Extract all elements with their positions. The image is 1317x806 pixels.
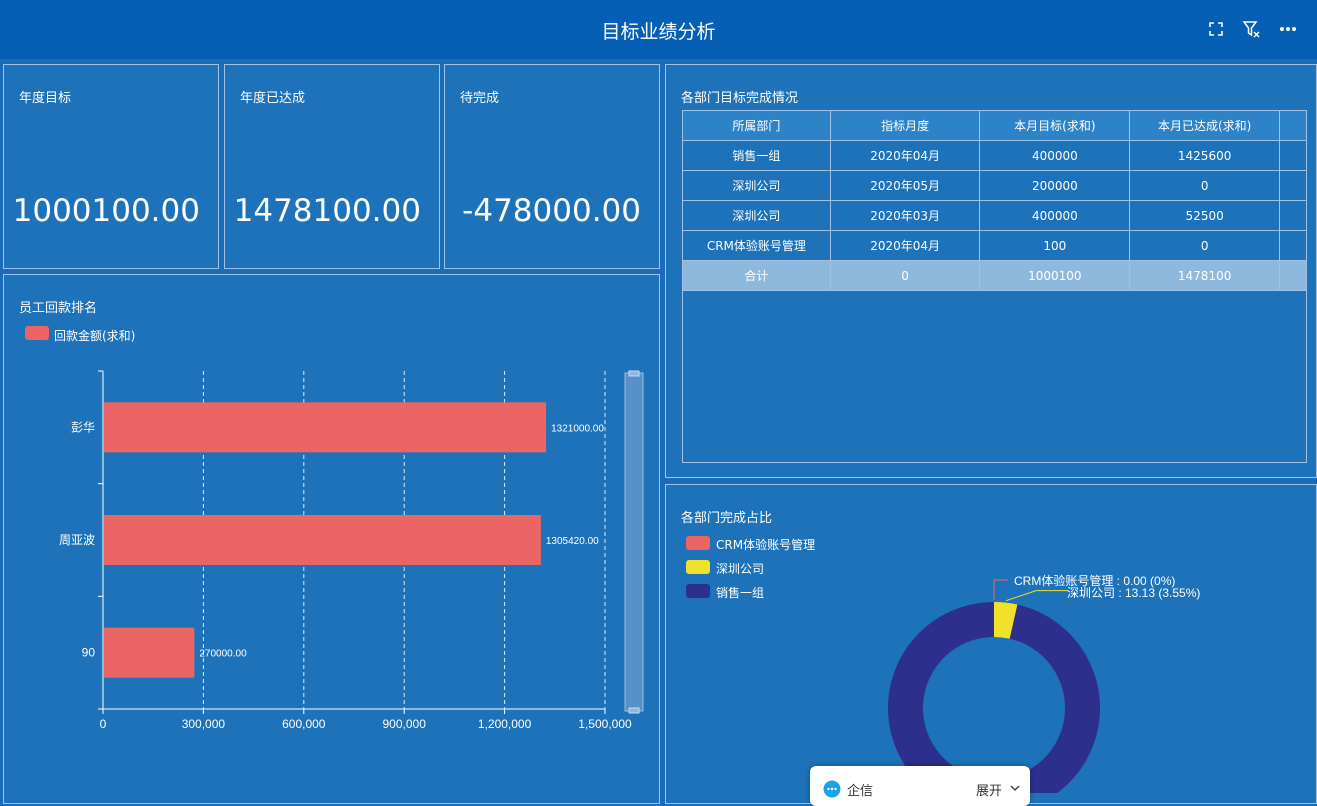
x-tick-label: 900,000 [383, 717, 427, 731]
x-tick-label: 0 [100, 717, 107, 731]
bar [104, 515, 541, 565]
page-title: 目标业绩分析 [0, 17, 1317, 44]
kpi-value: 1000100.00 [13, 193, 200, 229]
table-cell: 0 [1130, 171, 1280, 201]
x-tick-label: 1,500,000 [578, 717, 632, 731]
x-tick-label: 1,200,000 [478, 717, 532, 731]
table-cell: 52500 [1130, 201, 1280, 231]
chat-icon [823, 780, 841, 798]
table-cell-spacer [1280, 201, 1307, 231]
total-cell: 1478100 [1130, 261, 1280, 291]
table-total-row: 合计 0 1000100 1478100 [683, 261, 1307, 291]
kpi-label: 年度已达成 [240, 87, 305, 106]
leader-line-sz [1006, 591, 1068, 601]
total-cell: 0 [830, 261, 980, 291]
donut-slice [888, 602, 1100, 793]
column-header-spacer [1280, 111, 1307, 141]
category-label: 彭华 [71, 420, 95, 434]
filter-icon[interactable] [1241, 19, 1261, 39]
table-row: 深圳公司 2020年03月 400000 52500 [683, 201, 1307, 231]
dept-table-panel: 各部门目标完成情况 所属部门 指标月度 本月目标(求和) 本月已达成(求和) 销… [665, 64, 1317, 478]
table-cell: 深圳公司 [683, 171, 831, 201]
table-cell: 深圳公司 [683, 201, 831, 231]
table-cell: 2020年04月 [830, 231, 980, 261]
table-row: 销售一组 2020年04月 400000 1425600 [683, 141, 1307, 171]
table-row: 深圳公司 2020年05月 200000 0 [683, 171, 1307, 201]
column-header[interactable]: 本月目标(求和) [980, 111, 1130, 141]
column-header[interactable]: 本月已达成(求和) [1130, 111, 1280, 141]
ratio-panel: 各部门完成占比 CRM体验账号管理 深圳公司 销售一组 CRM体验账号管理 : … [665, 484, 1317, 804]
x-tick-label: 600,000 [282, 717, 326, 731]
ranking-panel: 员工回款排名 回款金额(求和) 0300,000600,000900,0001,… [3, 274, 660, 804]
bar-value-label: 270000.00 [199, 649, 247, 660]
table-cell: 2020年04月 [830, 141, 980, 171]
table-header-row: 所属部门 指标月度 本月目标(求和) 本月已达成(求和) [683, 111, 1307, 141]
kpi-card-annual-achieved: 年度已达成 1478100.00 [224, 64, 440, 269]
dept-table: 所属部门 指标月度 本月目标(求和) 本月已达成(求和) 销售一组 2020年0… [682, 110, 1307, 291]
bar [104, 402, 546, 452]
table-cell: CRM体验账号管理 [683, 231, 831, 261]
ranking-bar-chart: 0 300,000 600,000 900,000 1,200,000 1,500,000… [4, 275, 659, 745]
bar-value-label: 1305420.00 [546, 536, 599, 547]
total-cell: 合计 [683, 261, 831, 291]
kpi-card-annual-target: 年度目标 1000100.00 [3, 64, 219, 269]
table-cell: 400000 [980, 141, 1130, 171]
ratio-donut-chart: CRM体验账号管理 : 0.00 (0%) 深圳公司 : 13.13 (3.55… [666, 485, 1316, 793]
fullscreen-icon[interactable] [1206, 19, 1226, 39]
table-cell: 0 [1130, 231, 1280, 261]
scrollbar-handle-top[interactable] [629, 371, 639, 376]
table-row: CRM体验账号管理 2020年04月 100 0 [683, 231, 1307, 261]
donut-label-sz: 深圳公司 : 13.13 (3.55%) [1067, 586, 1200, 600]
header-bar: 目标业绩分析 [0, 0, 1317, 59]
x-tick-label: 300,000 [182, 717, 226, 731]
table-cell-spacer [1280, 171, 1307, 201]
table-cell: 2020年05月 [830, 171, 980, 201]
kpi-label: 待完成 [460, 87, 499, 106]
kpi-value: -478000.00 [462, 193, 641, 229]
bar [104, 628, 194, 678]
kpi-value: 1478100.00 [234, 193, 421, 229]
table-cell: 销售一组 [683, 141, 831, 171]
chat-expand-button[interactable]: 展开 [976, 780, 1002, 799]
table-cell-spacer [1280, 231, 1307, 261]
table-cell: 1425600 [1130, 141, 1280, 171]
table-cell: 200000 [980, 171, 1130, 201]
column-header[interactable]: 指标月度 [830, 111, 980, 141]
chevron-down-icon[interactable] [1010, 784, 1020, 792]
panel-title: 各部门目标完成情况 [681, 87, 798, 106]
total-cell-spacer [1280, 261, 1307, 291]
category-label: 90 [82, 646, 96, 660]
bar-value-label: 1321000.00 [551, 423, 604, 434]
chart-scrollbar[interactable] [625, 373, 643, 711]
table-cell: 400000 [980, 201, 1130, 231]
total-cell: 1000100 [980, 261, 1130, 291]
more-icon[interactable] [1278, 19, 1298, 39]
kpi-label: 年度目标 [19, 87, 71, 106]
table-cell: 100 [980, 231, 1130, 261]
column-header[interactable]: 所属部门 [683, 111, 831, 141]
kpi-card-pending: 待完成 -478000.00 [444, 64, 660, 269]
table-cell: 2020年03月 [830, 201, 980, 231]
scrollbar-handle-bottom[interactable] [629, 708, 639, 713]
chat-widget[interactable]: 企信 展开 [810, 766, 1030, 806]
category-label: 周亚波 [59, 533, 95, 547]
chat-name: 企信 [847, 780, 873, 799]
leader-line-crm [994, 580, 1008, 600]
table-cell-spacer [1280, 141, 1307, 171]
